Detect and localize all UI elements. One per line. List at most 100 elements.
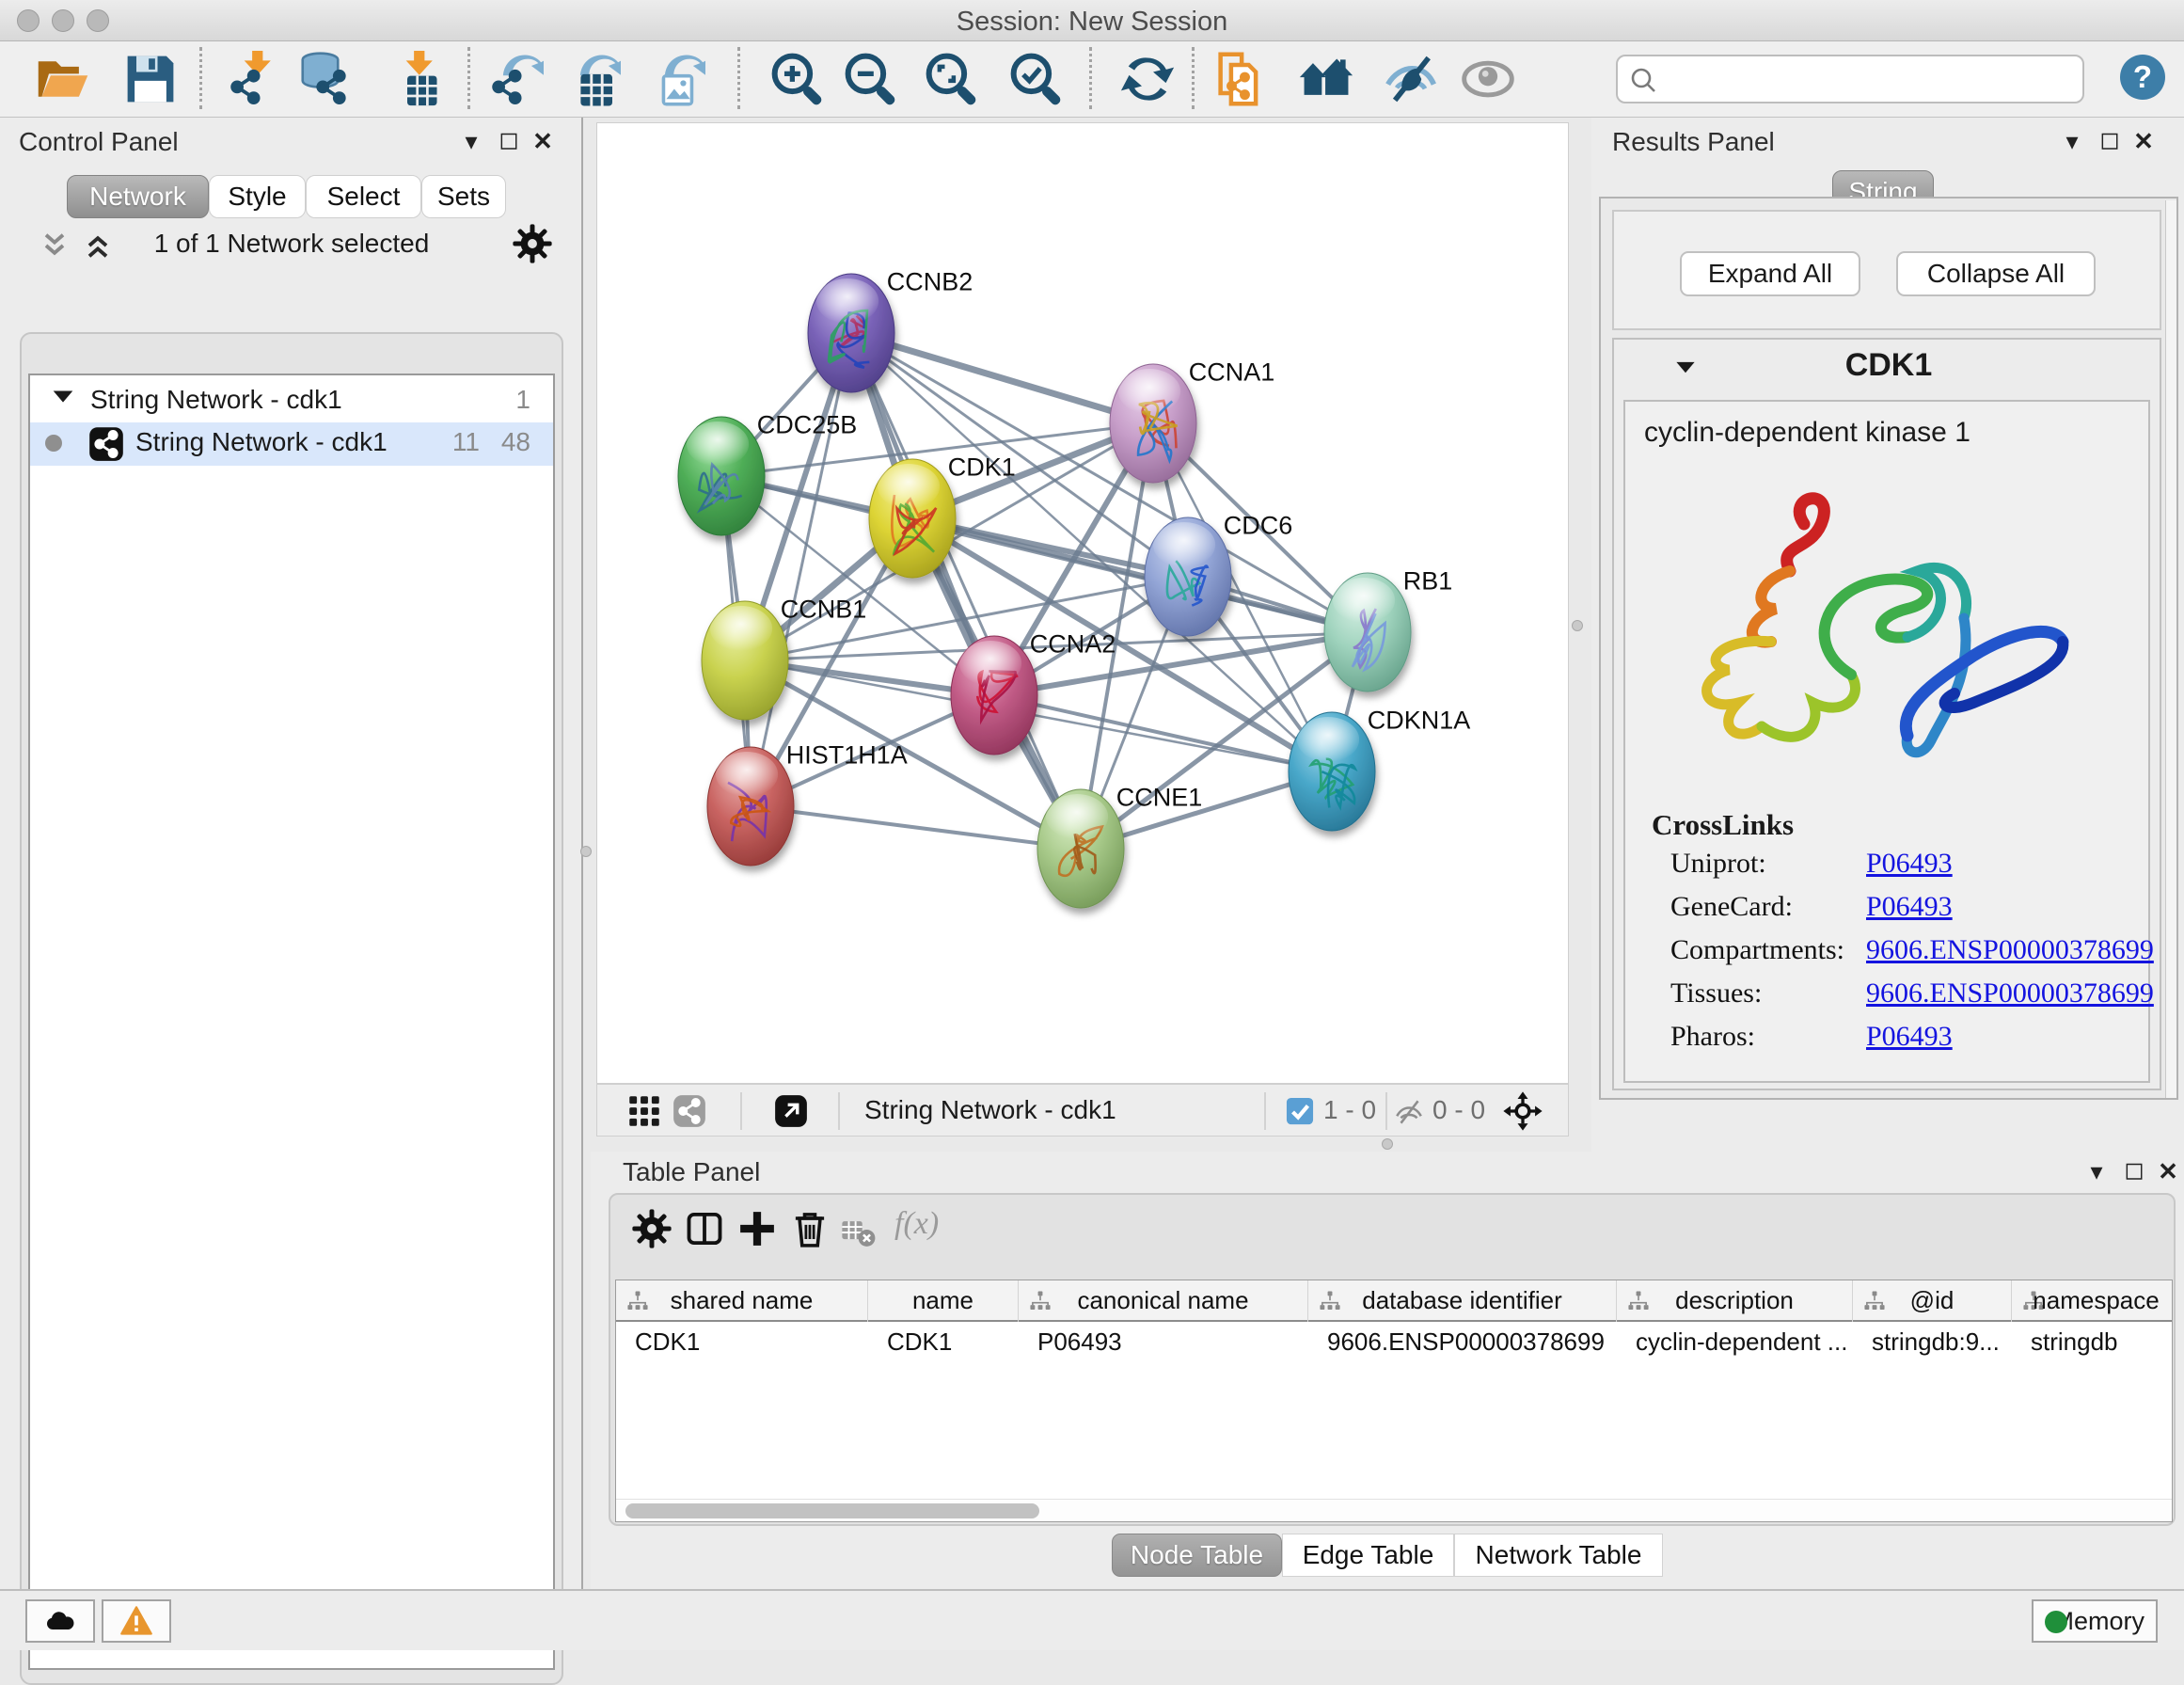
save-session-icon[interactable]: [122, 51, 179, 107]
crosslink-link[interactable]: 9606.ENSP00000378699: [1866, 934, 2154, 966]
network-edge[interactable]: [751, 806, 1081, 849]
copy-network-view-icon[interactable]: [1215, 51, 1272, 107]
network-edge[interactable]: [851, 333, 1081, 849]
crosslink-link[interactable]: P06493: [1866, 891, 1953, 923]
left-splitter-handle[interactable]: [580, 846, 592, 857]
bottom-splitter-handle[interactable]: [1382, 1138, 1393, 1150]
table-cell[interactable]: cyclin-dependent ...: [1630, 1327, 1851, 1357]
table-cell[interactable]: P06493: [1032, 1327, 1306, 1357]
tab-style[interactable]: Style: [209, 175, 306, 218]
column-header-description[interactable]: description: [1617, 1280, 1853, 1322]
control-panel-float-icon[interactable]: ▾: [455, 127, 487, 156]
show-columns-icon[interactable]: [684, 1208, 725, 1249]
network-selection-status: 1 of 1 Network selected: [0, 229, 583, 259]
collection-expand-caret-icon[interactable]: [49, 383, 77, 411]
show-hide-panel-icon[interactable]: [1460, 51, 1516, 107]
home-icon[interactable]: [1298, 51, 1354, 107]
tab-node-table[interactable]: Node Table: [1112, 1534, 1282, 1577]
network-node-CCNB2[interactable]: [808, 274, 894, 392]
right-splitter-handle[interactable]: [1572, 620, 1583, 631]
results-panel-restore-icon[interactable]: ◻: [2094, 125, 2126, 154]
column-header-namespace[interactable]: namespace: [2012, 1280, 2173, 1322]
search-input[interactable]: [1669, 60, 2073, 98]
network-node-CDC25B[interactable]: [678, 417, 765, 535]
column-header-id[interactable]: @id: [1853, 1280, 2012, 1322]
table-cell[interactable]: CDK1: [629, 1327, 866, 1357]
search-field[interactable]: [1616, 55, 2084, 103]
network-edge[interactable]: [994, 695, 1332, 771]
network-edge[interactable]: [851, 333, 1153, 423]
control-panel-restore-icon[interactable]: ◻: [493, 125, 525, 154]
crosslink-link[interactable]: P06493: [1866, 1021, 1953, 1053]
delete-table-icon[interactable]: [840, 1212, 876, 1253]
export-table-icon[interactable]: [564, 51, 621, 107]
table-cell[interactable]: CDK1: [881, 1327, 1017, 1357]
zoom-out-icon[interactable]: [843, 51, 899, 107]
column-header-canonical-name[interactable]: canonical name: [1019, 1280, 1308, 1322]
column-header-database-identifier[interactable]: database identifier: [1308, 1280, 1617, 1322]
import-network-file-icon[interactable]: [226, 51, 282, 107]
tab-sets[interactable]: Sets: [421, 175, 506, 218]
results-panel-float-icon[interactable]: ▾: [2056, 127, 2088, 156]
expand-all-button[interactable]: Expand All: [1680, 251, 1860, 296]
table-options-gear-icon[interactable]: [631, 1208, 673, 1249]
string-network-badge-icon: [673, 1094, 706, 1128]
zoom-selected-icon[interactable]: [1008, 51, 1065, 107]
hidden-eye-icon[interactable]: [1393, 1096, 1425, 1128]
tab-edge-table[interactable]: Edge Table: [1282, 1534, 1454, 1577]
table-cell[interactable]: stringdb:9...: [1866, 1327, 2010, 1357]
network-node-CDK1[interactable]: [869, 459, 956, 578]
create-column-icon[interactable]: [736, 1208, 778, 1249]
table-panel-restore-icon[interactable]: ◻: [2118, 1155, 2150, 1184]
zoom-in-icon[interactable]: [769, 51, 826, 107]
open-session-icon[interactable]: [35, 51, 91, 107]
network-node-HIST1H1A[interactable]: [707, 747, 794, 866]
results-scrollbar[interactable]: [2165, 200, 2176, 1098]
results-panel-close-icon[interactable]: ✕: [2128, 127, 2160, 156]
memory-button[interactable]: Memory: [2032, 1599, 2158, 1643]
birdseye-grid-icon[interactable]: [627, 1094, 661, 1128]
import-table-file-icon[interactable]: [388, 51, 444, 107]
table-cell[interactable]: 9606.ENSP00000378699: [1321, 1327, 1615, 1357]
crosslink-link[interactable]: P06493: [1866, 848, 1953, 880]
column-header-shared-name[interactable]: shared name: [616, 1280, 868, 1322]
show-graphics-details-icon[interactable]: [1383, 51, 1439, 107]
cloud-button[interactable]: [25, 1599, 95, 1643]
zoom-fit-icon[interactable]: [924, 51, 980, 107]
network-node-CCNB1[interactable]: [702, 601, 788, 720]
column-header-name[interactable]: name: [868, 1280, 1019, 1322]
tab-network-table[interactable]: Network Table: [1454, 1534, 1663, 1577]
netbar-separator: [1385, 1092, 1387, 1130]
network-node-CCNA1[interactable]: [1110, 364, 1196, 483]
fit-selected-crosshair-icon[interactable]: [1502, 1090, 1543, 1132]
network-node-RB1[interactable]: [1324, 573, 1411, 691]
collapse-all-button[interactable]: Collapse All: [1896, 251, 2096, 296]
export-network-icon[interactable]: [487, 51, 544, 107]
network-collection-row[interactable]: String Network - cdk1 1: [30, 381, 553, 422]
open-in-new-window-icon[interactable]: [774, 1094, 808, 1128]
table-panel-close-icon[interactable]: ✕: [2152, 1157, 2184, 1186]
function-builder-icon[interactable]: f(x): [894, 1206, 939, 1242]
network-node-CDKN1A[interactable]: [1289, 712, 1375, 831]
import-network-database-icon[interactable]: [299, 51, 356, 107]
network-node-CCNE1[interactable]: [1037, 789, 1124, 908]
help-button[interactable]: ?: [2120, 55, 2165, 100]
table-panel-float-icon[interactable]: ▾: [2081, 1157, 2113, 1186]
scrollbar-thumb[interactable]: [625, 1503, 1039, 1518]
refresh-icon[interactable]: [1119, 51, 1176, 107]
control-panel-close-icon[interactable]: ✕: [527, 127, 559, 156]
delete-column-trash-icon[interactable]: [789, 1208, 831, 1249]
table-horizontal-scrollbar[interactable]: [616, 1499, 2172, 1521]
network-node-CCNA2[interactable]: [951, 636, 1037, 755]
tab-network[interactable]: Network: [67, 175, 209, 218]
export-image-icon[interactable]: [649, 51, 705, 107]
tab-select[interactable]: Select: [306, 175, 421, 218]
selected-checkbox-icon[interactable]: [1286, 1097, 1314, 1125]
crosslink-link[interactable]: 9606.ENSP00000378699: [1866, 978, 2154, 1009]
warnings-button[interactable]: [102, 1599, 171, 1643]
table-cell[interactable]: stringdb: [2025, 1327, 2173, 1357]
network-canvas[interactable]: CCNB2CCNA1CDC25BCDK1CDC6RB1CCNB1CCNA2CDK…: [596, 122, 1569, 1084]
network-options-gear-icon[interactable]: [512, 223, 553, 264]
network-node-CDC6[interactable]: [1145, 517, 1231, 636]
network-row-selected[interactable]: String Network - cdk1 11 48: [30, 422, 553, 466]
